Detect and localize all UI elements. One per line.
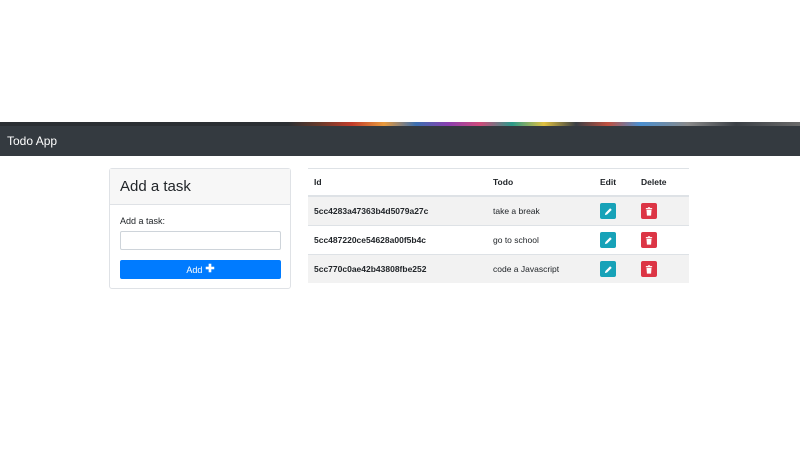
task-id: 5cc770c0ae42b43808fbe252 — [308, 254, 487, 283]
table-row: 5cc770c0ae42b43808fbe252 code a Javascri… — [308, 254, 689, 283]
table-header-row: Id Todo Edit Delete — [308, 168, 689, 197]
pencil-icon — [604, 265, 613, 274]
task-input[interactable] — [120, 231, 281, 250]
task-id: 5cc4283a47363b4d5079a27c — [308, 195, 487, 226]
delete-cell — [635, 195, 689, 226]
task-todo: take a break — [487, 195, 594, 226]
pencil-icon — [604, 207, 613, 216]
delete-cell — [635, 225, 689, 255]
add-button-label: Add — [186, 264, 203, 275]
edit-cell — [594, 254, 635, 283]
edit-cell — [594, 225, 635, 255]
table-row: 5cc4283a47363b4d5079a27c take a break — [308, 195, 689, 226]
plus-icon: ✚ — [205, 263, 215, 275]
navbar-brand[interactable]: Todo App — [7, 134, 57, 148]
add-task-card: Add a task Add a task: Add ✚ — [109, 168, 291, 289]
edit-button[interactable] — [600, 232, 616, 248]
delete-cell — [635, 254, 689, 283]
task-id: 5cc487220ce54628a00f5b4c — [308, 225, 487, 255]
navbar: Todo App — [0, 126, 800, 156]
trash-icon — [645, 206, 653, 216]
pencil-icon — [604, 236, 613, 245]
task-todo: go to school — [487, 225, 594, 255]
tasks-table-container: Id Todo Edit Delete 5cc4283a47363b4d5079… — [308, 168, 689, 283]
trash-icon — [645, 264, 653, 274]
card-title: Add a task — [110, 169, 290, 205]
table-row: 5cc487220ce54628a00f5b4c go to school — [308, 225, 689, 255]
header-todo: Todo — [487, 168, 594, 197]
edit-cell — [594, 195, 635, 226]
card-body: Add a task: Add ✚ — [110, 205, 290, 279]
delete-button[interactable] — [641, 232, 657, 248]
tasks-table: Id Todo Edit Delete 5cc4283a47363b4d5079… — [308, 168, 689, 283]
delete-button[interactable] — [641, 203, 657, 219]
task-todo: code a Javascript — [487, 254, 594, 283]
delete-button[interactable] — [641, 261, 657, 277]
edit-button[interactable] — [600, 261, 616, 277]
task-input-label: Add a task: — [120, 216, 166, 226]
header-edit: Edit — [594, 168, 635, 197]
add-button[interactable]: Add ✚ — [120, 260, 281, 279]
header-id: Id — [308, 168, 487, 197]
trash-icon — [645, 235, 653, 245]
header-delete: Delete — [635, 168, 689, 197]
edit-button[interactable] — [600, 203, 616, 219]
